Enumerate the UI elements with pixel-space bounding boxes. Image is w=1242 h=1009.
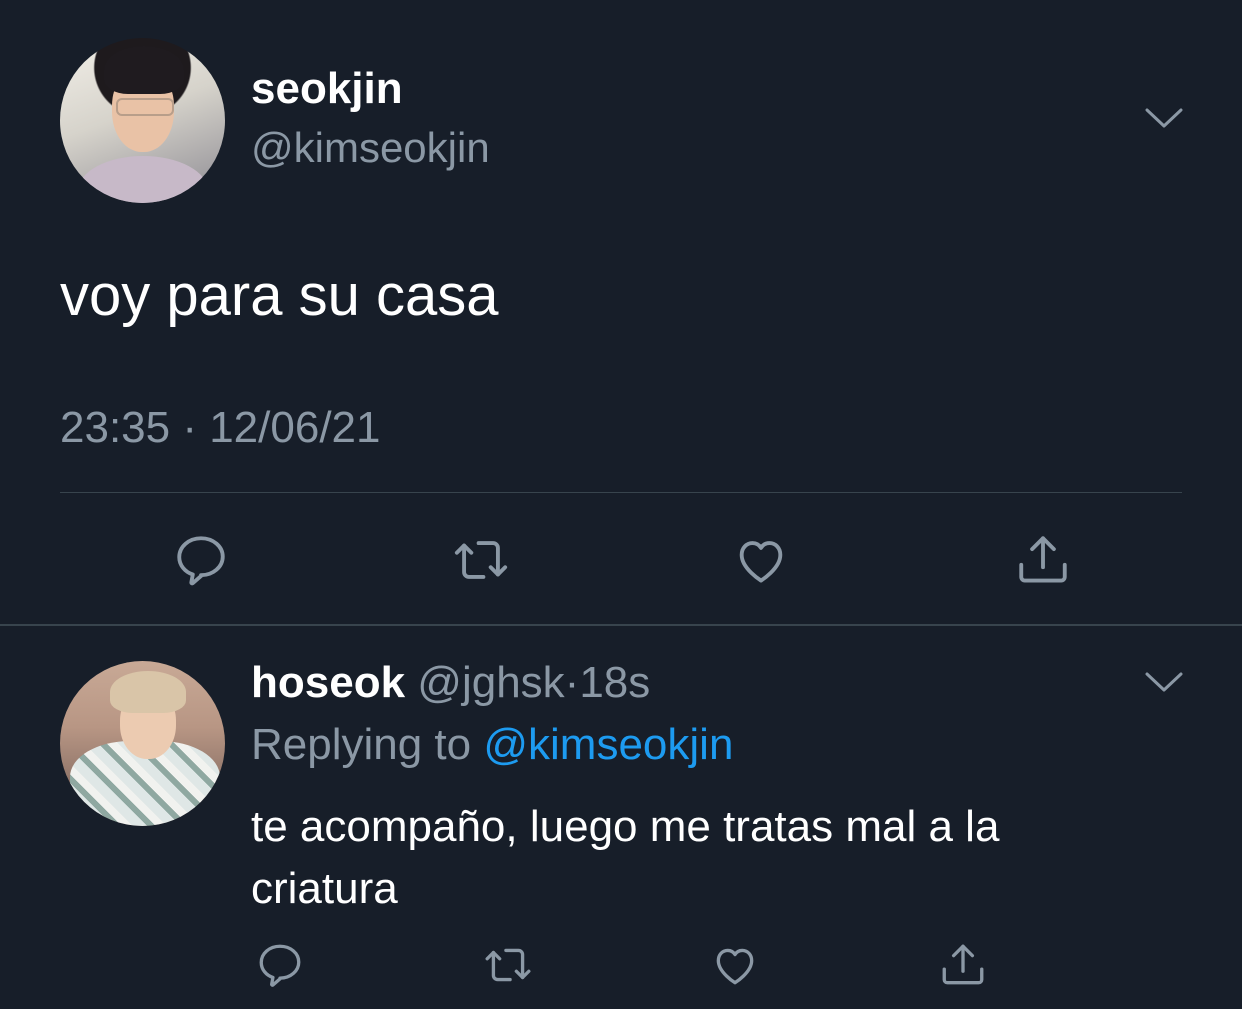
replying-prefix: Replying to [251, 720, 484, 769]
main-author-avatar[interactable] [60, 38, 225, 203]
share-icon[interactable] [938, 940, 988, 990]
reply-author-name[interactable]: hoseok [251, 658, 405, 707]
replying-to-line: Replying to @kimseokjin [251, 720, 733, 770]
main-tweet-text: voy para su casa [60, 263, 499, 328]
avatar-body [78, 156, 208, 203]
retweet-icon[interactable] [452, 531, 510, 589]
section-divider [0, 624, 1242, 626]
reply-icon[interactable] [172, 531, 230, 589]
share-icon[interactable] [1014, 531, 1072, 589]
reply-author-avatar[interactable] [60, 661, 225, 826]
avatar-hair [110, 671, 186, 713]
main-tweet-timestamp[interactable]: 23:35 · 12/06/21 [60, 403, 380, 453]
divider [60, 492, 1182, 493]
tweet-thread: seokjin @kimseokjin voy para su casa 23:… [0, 0, 1242, 1009]
reply-tweet-text: te acompaño, luego me tratas mal a la cr… [251, 802, 1000, 913]
chevron-down-icon[interactable] [1144, 670, 1184, 694]
like-icon[interactable] [710, 940, 760, 990]
replying-mention-link[interactable]: @kimseokjin [483, 720, 733, 769]
reply-time-ago[interactable]: 18s [579, 658, 650, 707]
main-author-name[interactable]: seokjin [251, 64, 403, 114]
chevron-down-icon[interactable] [1144, 106, 1184, 130]
like-icon[interactable] [732, 531, 790, 589]
main-author-handle[interactable]: @kimseokjin [251, 124, 490, 172]
reply-header: hoseok @jghsk·18s [251, 658, 650, 708]
reply-icon[interactable] [255, 940, 305, 990]
header-separator: · [564, 658, 580, 707]
avatar-glasses [116, 98, 174, 116]
avatar-hair [104, 46, 184, 94]
retweet-icon[interactable] [483, 940, 533, 990]
reply-author-handle[interactable]: @jghsk [417, 658, 564, 707]
